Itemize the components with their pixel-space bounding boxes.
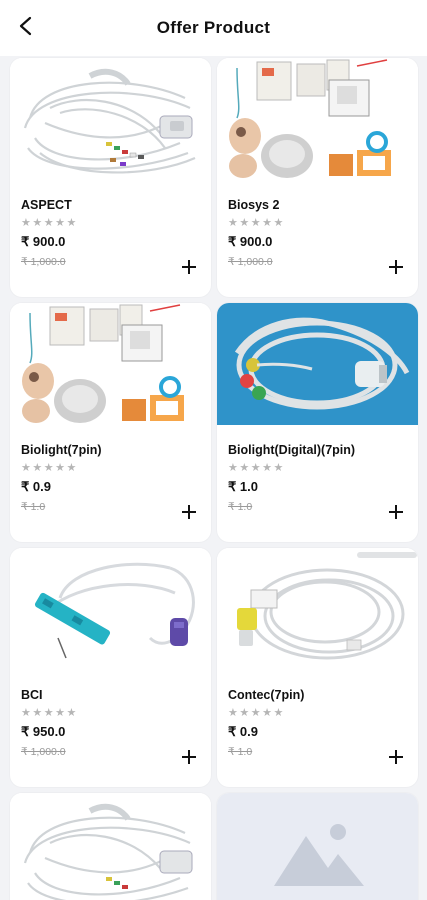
rating-stars: ★★★★★	[21, 707, 78, 719]
back-arrow-icon[interactable]	[15, 15, 37, 37]
product-name: Biosys 2	[228, 198, 280, 212]
page-title: Offer Product	[156, 18, 271, 37]
product-image-trunk-cable[interactable]	[217, 303, 418, 425]
rating-stars: ★★★★★	[21, 462, 78, 474]
plus-icon[interactable]	[181, 259, 197, 275]
plus-icon[interactable]	[388, 504, 404, 520]
product-mrp: ₹ 1,000.0	[21, 256, 66, 268]
product-mrp: ₹ 1,000.0	[228, 256, 273, 268]
product-price: ₹ 0.9	[228, 724, 258, 739]
add-button[interactable]	[179, 257, 199, 277]
add-button[interactable]	[386, 747, 406, 767]
plus-icon[interactable]	[388, 259, 404, 275]
product-price: ₹ 950.0	[21, 724, 66, 739]
product-name: Contec(7pin)	[228, 688, 305, 702]
plus-icon[interactable]	[388, 749, 404, 765]
product-name: BCI	[21, 688, 43, 702]
product-card[interactable]: ASPECT ★★★★★ ₹ 900.0 ₹ 1,000.0	[10, 58, 211, 297]
product-image-ecg-cable[interactable]	[10, 58, 211, 180]
product-image-defib-pads[interactable]	[10, 303, 211, 425]
add-button[interactable]	[179, 502, 199, 522]
add-button[interactable]	[386, 502, 406, 522]
product-mrp: ₹ 1.0	[21, 501, 46, 513]
product-name: Biolight(Digital)(7pin)	[228, 443, 356, 457]
back-button[interactable]	[12, 12, 40, 40]
product-name: Biolight(7pin)	[21, 443, 102, 457]
product-name: ASPECT	[21, 198, 72, 212]
rating-stars: ★★★★★	[21, 217, 78, 229]
product-image-ecg-cable[interactable]	[10, 793, 211, 900]
product-card[interactable]: Biosys 2 ★★★★★ ₹ 900.0 ₹ 1,000.0	[217, 58, 418, 297]
add-button[interactable]	[386, 257, 406, 277]
image-placeholder[interactable]	[217, 793, 418, 900]
product-mrp: ₹ 1.0	[228, 746, 253, 758]
add-button[interactable]	[179, 747, 199, 767]
app-header: Offer Product	[0, 0, 427, 56]
product-card[interactable]: Contec(7pin) ★★★★★ ₹ 0.9 ₹ 1.0	[217, 548, 418, 787]
product-price: ₹ 900.0	[228, 234, 273, 249]
image-placeholder-icon	[273, 824, 364, 886]
product-card[interactable]	[10, 793, 211, 900]
product-image-coiled-cable[interactable]	[217, 548, 418, 670]
rating-stars: ★★★★★	[228, 217, 285, 229]
rating-stars: ★★★★★	[228, 707, 285, 719]
product-card[interactable]: BCI ★★★★★ ₹ 950.0 ₹ 1,000.0	[10, 548, 211, 787]
product-card[interactable]	[217, 793, 418, 900]
product-image-spo2-sensor[interactable]	[10, 548, 211, 670]
product-grid: ASPECT ★★★★★ ₹ 900.0 ₹ 1,000.0 Biosys 2 …	[10, 58, 418, 900]
rating-stars: ★★★★★	[228, 462, 285, 474]
product-price: ₹ 900.0	[21, 234, 66, 249]
product-card[interactable]: Biolight(Digital)(7pin) ★★★★★ ₹ 1.0 ₹ 1.…	[217, 303, 418, 542]
product-price: ₹ 1.0	[228, 479, 258, 494]
product-mrp: ₹ 1,000.0	[21, 746, 66, 758]
plus-icon[interactable]	[181, 749, 197, 765]
product-card[interactable]: Biolight(7pin) ★★★★★ ₹ 0.9 ₹ 1.0	[10, 303, 211, 542]
product-mrp: ₹ 1.0	[228, 501, 253, 513]
product-price: ₹ 0.9	[21, 479, 51, 494]
plus-icon[interactable]	[181, 504, 197, 520]
product-image-defib-pads[interactable]	[217, 58, 418, 180]
